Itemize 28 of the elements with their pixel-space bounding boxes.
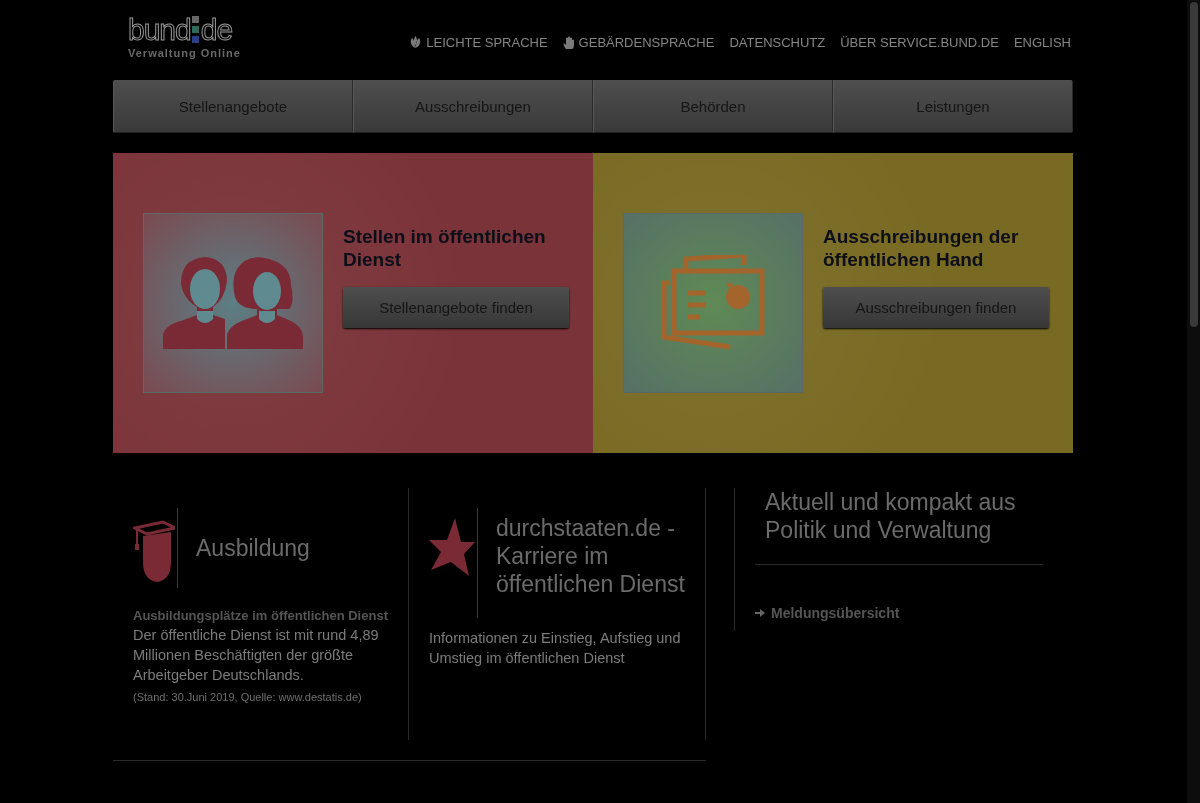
teaser-text: Informationen zu Einstieg, Aufstieg und Umstieg im öffentlichen Dienst (429, 629, 682, 668)
star-icon (429, 518, 475, 576)
meta-link[interactable]: LEICHTE SPRACHE (409, 35, 548, 50)
arrow-icon (755, 609, 765, 617)
overview-link[interactable]: Meldungsübersicht (755, 605, 900, 621)
tile-title: Ausschreibungen der öffentlichen Hand (823, 225, 1020, 271)
hand-icon (562, 35, 575, 50)
meta-link[interactable]: DATENSCHUTZ (729, 35, 826, 50)
graduation-cap-icon (133, 518, 175, 584)
meta-link[interactable]: GEBÄRDENSPRACHE (562, 35, 715, 50)
source-note: (Stand: 30.Juni 2019, Quelle: www.destatis.de) (133, 691, 363, 703)
logo-dots-icon (190, 15, 201, 45)
teaser-subtitle: Ausbildungsplätze im öffentlichen Dienst (133, 608, 388, 623)
logo-text: de (200, 16, 233, 44)
logo-tagline: Verwaltung Online (128, 47, 241, 59)
documents-icon (660, 255, 766, 351)
tile-title: Stellen im öffentlichen Dienst (343, 225, 547, 271)
teaser-text: Der öffentliche Dienst ist mit rund 4,89 Millionen Beschäftigten der größte Arbeitgeber Deutschlands. (133, 626, 380, 685)
meta-link[interactable]: ÜBER SERVICE.BUND.DE (840, 35, 999, 50)
leaf-icon (409, 36, 423, 49)
scrollbar[interactable] (1187, 0, 1200, 803)
teaser-title[interactable]: Ausbildung (196, 534, 310, 562)
site-logo[interactable]: bund de Verwaltung Online (128, 15, 241, 59)
news-heading: Aktuell und kompakt aus Politik und Verwaltung (755, 488, 1043, 565)
people-icon (163, 257, 303, 349)
logo-text: bund (128, 16, 191, 44)
teaser-title[interactable]: durchstaaten.de - Karriere im öffentlichen Dienst (496, 514, 685, 598)
meta-link[interactable]: ENGLISH (1013, 35, 1071, 50)
